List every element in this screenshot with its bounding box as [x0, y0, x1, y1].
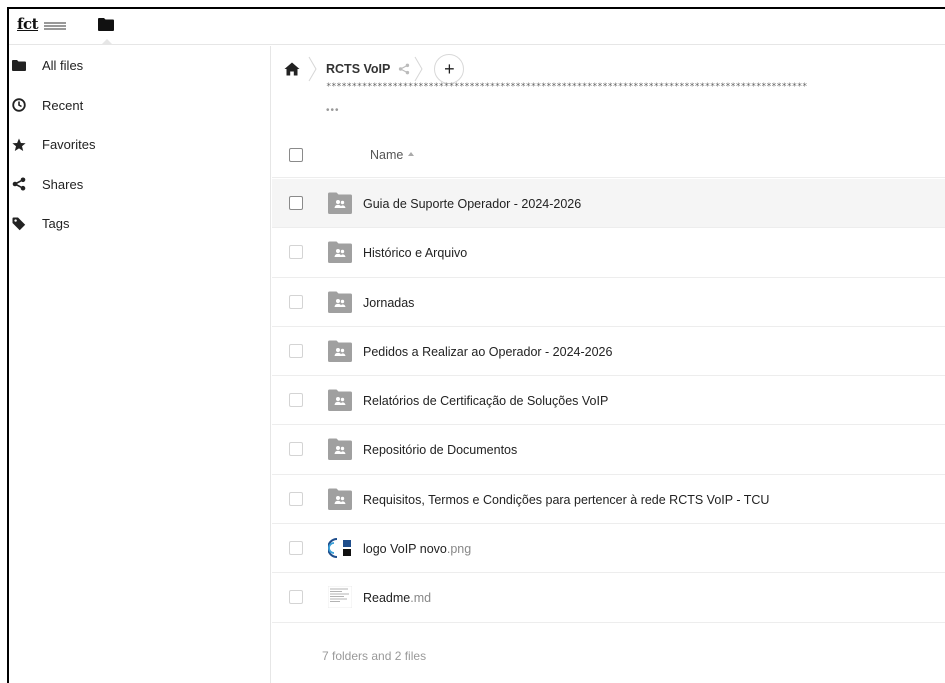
table-row[interactable]: Readme.md [272, 573, 945, 623]
file-name: Relatórios de Certificação de Soluções V… [363, 394, 609, 409]
row-checkbox[interactable] [289, 491, 303, 506]
breadcrumb-current[interactable]: RCTS VoIP [326, 62, 390, 76]
row-checkbox[interactable] [289, 442, 303, 457]
file-name: Pedidos a Realizar ao Operador - 2024-20… [363, 344, 613, 359]
masked-path-text: ****************************************… [326, 82, 808, 92]
home-icon[interactable] [284, 62, 300, 76]
row-checkbox[interactable] [289, 541, 303, 556]
table-row[interactable]: Relatórios de Certificação de Soluções V… [272, 376, 945, 426]
sidebar-item-shares[interactable]: Shares [9, 165, 270, 205]
plus-icon: + [444, 58, 455, 79]
table-row[interactable]: logo VoIP novo.png [272, 524, 945, 574]
folder-icon [12, 59, 26, 73]
table-row[interactable]: Requisitos, Termos e Condições para pert… [272, 475, 945, 525]
table-row[interactable]: Repositório de Documentos [272, 425, 945, 475]
file-name: Repositório de Documentos [363, 443, 518, 458]
sidebar-item-all-files[interactable]: All files [9, 46, 270, 86]
files-app-icon[interactable] [98, 18, 114, 31]
file-count-summary: 7 folders and 2 files [322, 649, 427, 663]
shared-folder-icon [328, 192, 352, 214]
sidebar-item-label: Tags [42, 216, 70, 232]
file-name: Readme.md [363, 591, 432, 606]
logo-text: fct [17, 15, 39, 33]
file-name: Histórico e Arquivo [363, 246, 468, 261]
sidebar-item-recent[interactable]: Recent [9, 86, 270, 126]
shared-folder-icon [328, 488, 352, 510]
column-header-name[interactable]: Name [370, 148, 403, 162]
sort-ascending-icon [408, 152, 414, 156]
table-row[interactable]: Jornadas [272, 278, 945, 327]
shared-folder-icon [328, 389, 352, 412]
row-checkbox[interactable] [289, 294, 303, 309]
file-name: Jornadas [363, 295, 415, 310]
file-name: logo VoIP novo.png [363, 542, 472, 557]
shared-folder-icon [328, 340, 352, 362]
active-app-caret [101, 39, 113, 45]
row-checkbox[interactable] [289, 245, 303, 260]
app-frame: fct All files Recent Favorites Shares Ta… [7, 7, 945, 683]
table-row[interactable]: Guia de Suporte Operador - 2024-2026 [272, 179, 945, 229]
share-icon[interactable] [398, 63, 410, 75]
add-new-button[interactable]: + [434, 54, 465, 84]
share-icon [12, 177, 26, 191]
file-name: Requisitos, Termos e Condições para pert… [363, 492, 770, 507]
shared-folder-icon [328, 438, 352, 461]
table-row[interactable]: Pedidos a Realizar ao Operador - 2024-20… [272, 327, 945, 377]
file-rows: Guia de Suporte Operador - 2024-2026 His… [272, 179, 945, 623]
sidebar-item-label: All files [42, 58, 84, 74]
fct-logo[interactable]: fct [17, 15, 77, 37]
row-checkbox[interactable] [289, 590, 303, 605]
shared-folder-icon [328, 291, 352, 313]
select-all-checkbox[interactable] [289, 148, 303, 162]
shared-folder-icon [328, 241, 352, 264]
sidebar: All files Recent Favorites Shares Tags [9, 46, 271, 683]
sidebar-item-label: Favorites [42, 137, 96, 153]
document-thumbnail-icon [328, 586, 352, 609]
row-checkbox[interactable] [289, 393, 303, 408]
sidebar-item-label: Recent [42, 97, 84, 113]
row-checkbox[interactable] [289, 196, 303, 210]
top-header: fct [9, 9, 945, 45]
file-list-area: RCTS VoIP + ****************************… [272, 46, 945, 683]
image-thumbnail-icon [328, 537, 352, 560]
sidebar-item-tags[interactable]: Tags [9, 204, 270, 244]
clock-icon [12, 98, 26, 112]
sidebar-item-label: Shares [42, 176, 84, 192]
table-header: Name [272, 132, 945, 178]
tag-icon [12, 217, 26, 231]
logo-lines [44, 22, 66, 31]
sidebar-item-favorites[interactable]: Favorites [9, 125, 270, 165]
row-checkbox[interactable] [289, 343, 303, 358]
more-actions-icon[interactable]: ••• [326, 105, 340, 116]
table-row[interactable]: Histórico e Arquivo [272, 228, 945, 278]
breadcrumb-separator-icon [414, 56, 423, 82]
star-icon [12, 138, 26, 152]
breadcrumb-separator-icon [308, 56, 317, 82]
file-name: Guia de Suporte Operador - 2024-2026 [363, 197, 582, 211]
